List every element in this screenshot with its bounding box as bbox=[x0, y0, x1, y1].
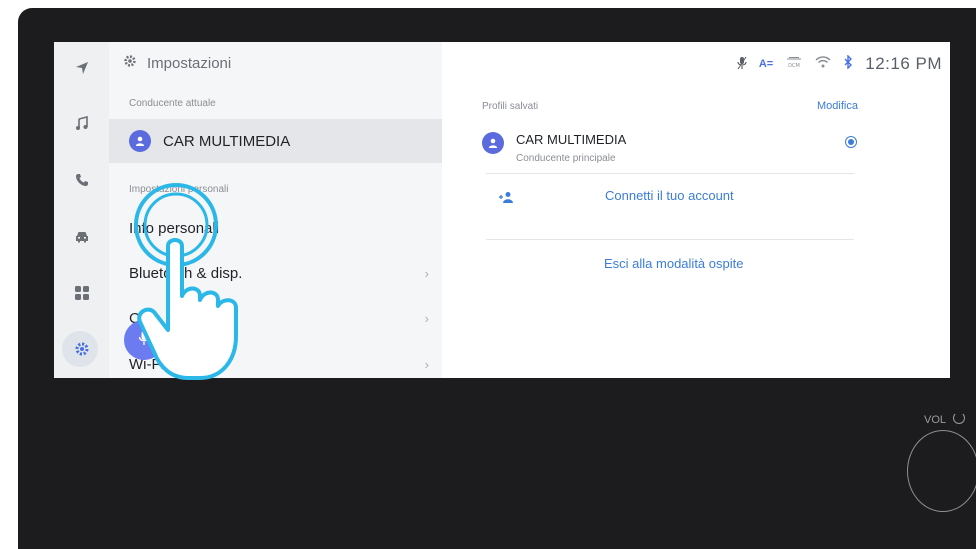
phone-icon[interactable] bbox=[54, 160, 109, 200]
infotainment-screen: Impostazioni Conducente attuale CAR MULT… bbox=[54, 42, 950, 378]
connect-account-label: Connetti il tuo account bbox=[605, 188, 734, 203]
section-label: Impostazioni personali bbox=[129, 184, 229, 195]
divider bbox=[486, 239, 854, 240]
profile-subtitle: Conducente principale bbox=[516, 153, 616, 164]
car-icon[interactable] bbox=[54, 217, 109, 257]
menu-title: Impostazioni bbox=[147, 54, 232, 72]
gear-icon bbox=[123, 54, 137, 72]
connect-account-button[interactable]: Connetti il tuo account bbox=[486, 188, 854, 212]
current-driver-label: Conducente attuale bbox=[129, 98, 216, 109]
volume-label: VOL bbox=[924, 414, 947, 426]
settings-icon[interactable] bbox=[54, 329, 109, 369]
menu-item-bluetooth[interactable]: Bluetooth & disp. › bbox=[129, 265, 429, 282]
menu-item-info-personali[interactable]: Info personali bbox=[129, 220, 429, 237]
menu-header: Impostazioni bbox=[123, 54, 231, 72]
text-size-icon: A= bbox=[758, 58, 774, 70]
power-icon bbox=[953, 412, 965, 424]
chevron-right-icon: › bbox=[424, 357, 429, 372]
navigation-icon[interactable] bbox=[54, 48, 109, 88]
volume-knob[interactable] bbox=[907, 430, 976, 512]
profile-row[interactable]: CAR MULTIMEDIA Conducente principale bbox=[482, 130, 862, 168]
mic-off-icon bbox=[737, 56, 747, 73]
divider bbox=[486, 173, 854, 174]
music-icon[interactable] bbox=[54, 104, 109, 144]
current-driver-name: CAR MULTIMEDIA bbox=[163, 132, 291, 150]
chevron-right-icon: › bbox=[424, 266, 429, 281]
avatar bbox=[129, 130, 151, 152]
microphone-icon bbox=[138, 330, 150, 351]
chevron-right-icon: › bbox=[424, 311, 429, 326]
menu-item-c[interactable]: C › bbox=[129, 310, 429, 327]
saved-profiles-label: Profili salvati bbox=[482, 101, 539, 112]
menu-item-label: Info personali bbox=[129, 220, 220, 237]
apps-icon[interactable] bbox=[54, 273, 109, 313]
icon-rail bbox=[54, 42, 109, 378]
avatar bbox=[482, 132, 504, 154]
dcm-icon: DCM bbox=[785, 55, 803, 73]
voice-button[interactable] bbox=[124, 320, 164, 360]
profile-name: CAR MULTIMEDIA bbox=[516, 132, 627, 147]
menu-item-wifi[interactable]: Wi-Fi › bbox=[129, 356, 429, 373]
profile-content: A= DCM 12:16 PM Profili salvati Modifica… bbox=[442, 42, 950, 378]
status-bar: A= DCM 12:16 PM bbox=[737, 53, 942, 74]
add-person-icon bbox=[498, 190, 514, 208]
guest-mode-button[interactable]: Esci alla modalità ospite bbox=[604, 256, 743, 271]
clock: 12:16 PM bbox=[865, 54, 942, 73]
menu-item-label: Bluetooth & disp. bbox=[129, 265, 243, 282]
svg-text:DCM: DCM bbox=[788, 63, 800, 68]
radio-selected-icon[interactable] bbox=[845, 136, 857, 148]
edit-button[interactable]: Modifica bbox=[817, 100, 858, 112]
current-driver-row[interactable]: CAR MULTIMEDIA bbox=[109, 119, 442, 163]
wifi-icon bbox=[815, 55, 831, 73]
bluetooth-icon bbox=[843, 53, 853, 74]
